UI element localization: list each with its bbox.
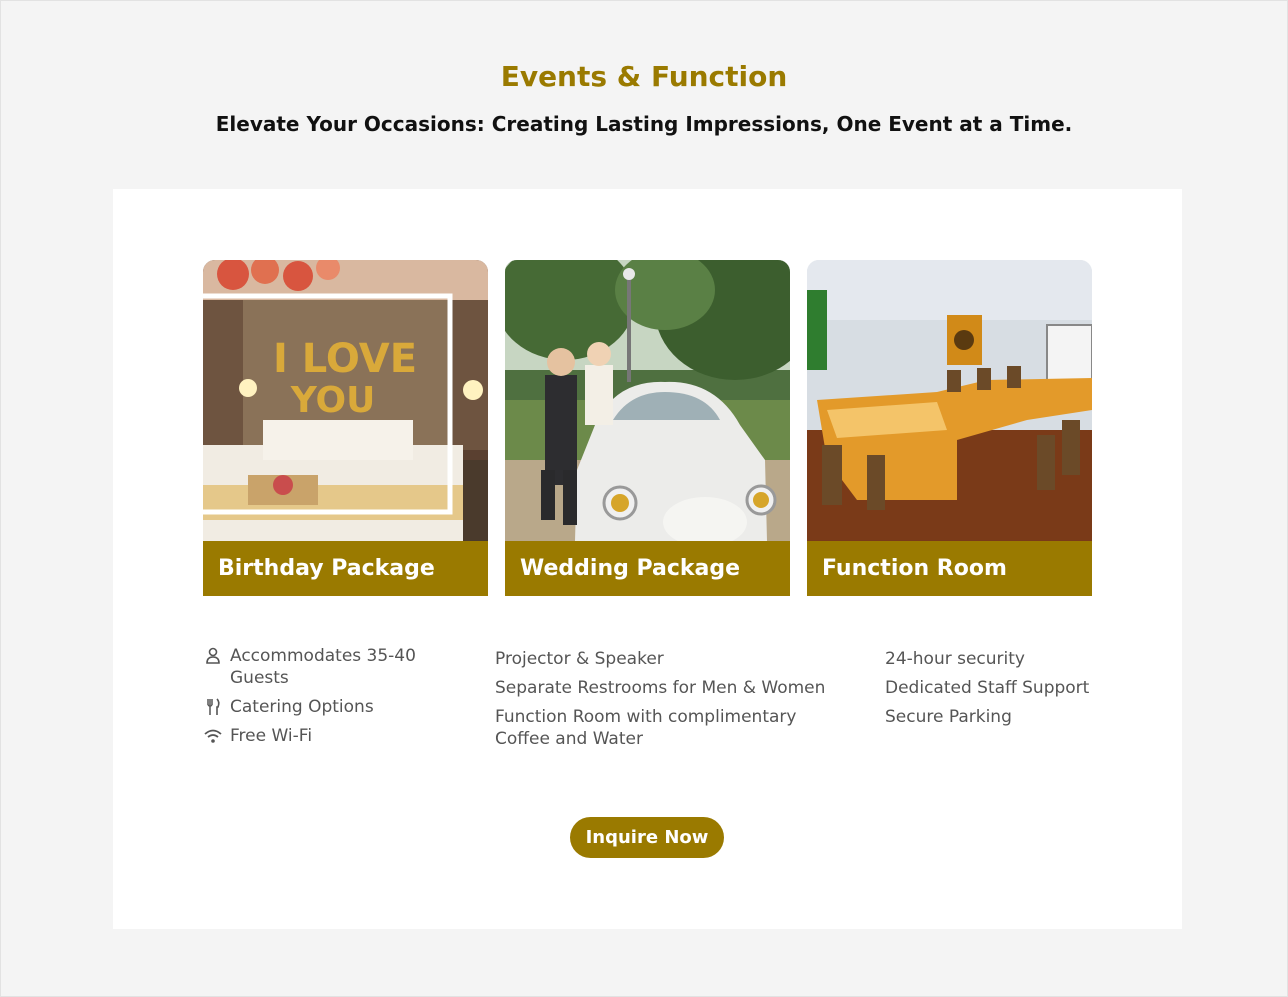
section-subtitle: Elevate Your Occasions: Creating Lasting… (215, 112, 1073, 136)
birthday-features: Accommodates 35-40 Guests Catering Optio… (203, 645, 453, 754)
feature-catering-text: Catering Options (230, 697, 374, 717)
feature-guests: Accommodates 35-40 Guests (203, 645, 453, 689)
feature-security: 24-hour security (885, 649, 1025, 669)
wedding-package-image (505, 260, 790, 541)
function-features: Projector & Speaker Separate Restrooms f… (495, 648, 840, 757)
feature-projector: Projector & Speaker (495, 649, 664, 669)
wedding-package-label: Wedding Package (505, 541, 790, 596)
birthday-package-image: I LOVE YOU (203, 260, 488, 541)
feature-restrooms: Separate Restrooms for Men & Women (495, 678, 826, 698)
feature-staff-support: Dedicated Staff Support (885, 678, 1090, 698)
svg-text:I LOVE: I LOVE (273, 336, 417, 382)
function-room-card[interactable]: Function Room (807, 260, 1092, 596)
service-features: 24-hour security Dedicated Staff Support… (885, 648, 1125, 735)
svg-text:YOU: YOU (290, 380, 376, 421)
function-room-image (807, 260, 1092, 541)
feature-guests-text: Accommodates 35-40 Guests (230, 646, 416, 688)
feature-coffee-water: Function Room with complimentary Coffee … (495, 707, 797, 749)
function-room-label: Function Room (807, 541, 1092, 596)
feature-wifi-text: Free Wi-Fi (230, 726, 313, 746)
feature-parking: Secure Parking (885, 707, 1012, 727)
birthday-package-card[interactable]: I LOVE YOU Birthday Package (203, 260, 488, 596)
birthday-package-label: Birthday Package (203, 541, 488, 596)
person-icon (203, 645, 223, 667)
section-title: Events & Function (500, 60, 788, 93)
feature-catering: Catering Options (203, 696, 453, 718)
feature-wifi: Free Wi-Fi (203, 725, 453, 747)
wedding-package-card[interactable]: Wedding Package (505, 260, 790, 596)
events-panel: I LOVE YOU Birthday Package Wedding Pack… (113, 189, 1182, 929)
utensils-icon (203, 696, 223, 718)
wifi-icon (203, 725, 223, 747)
inquire-now-button[interactable]: Inquire Now (570, 817, 724, 858)
